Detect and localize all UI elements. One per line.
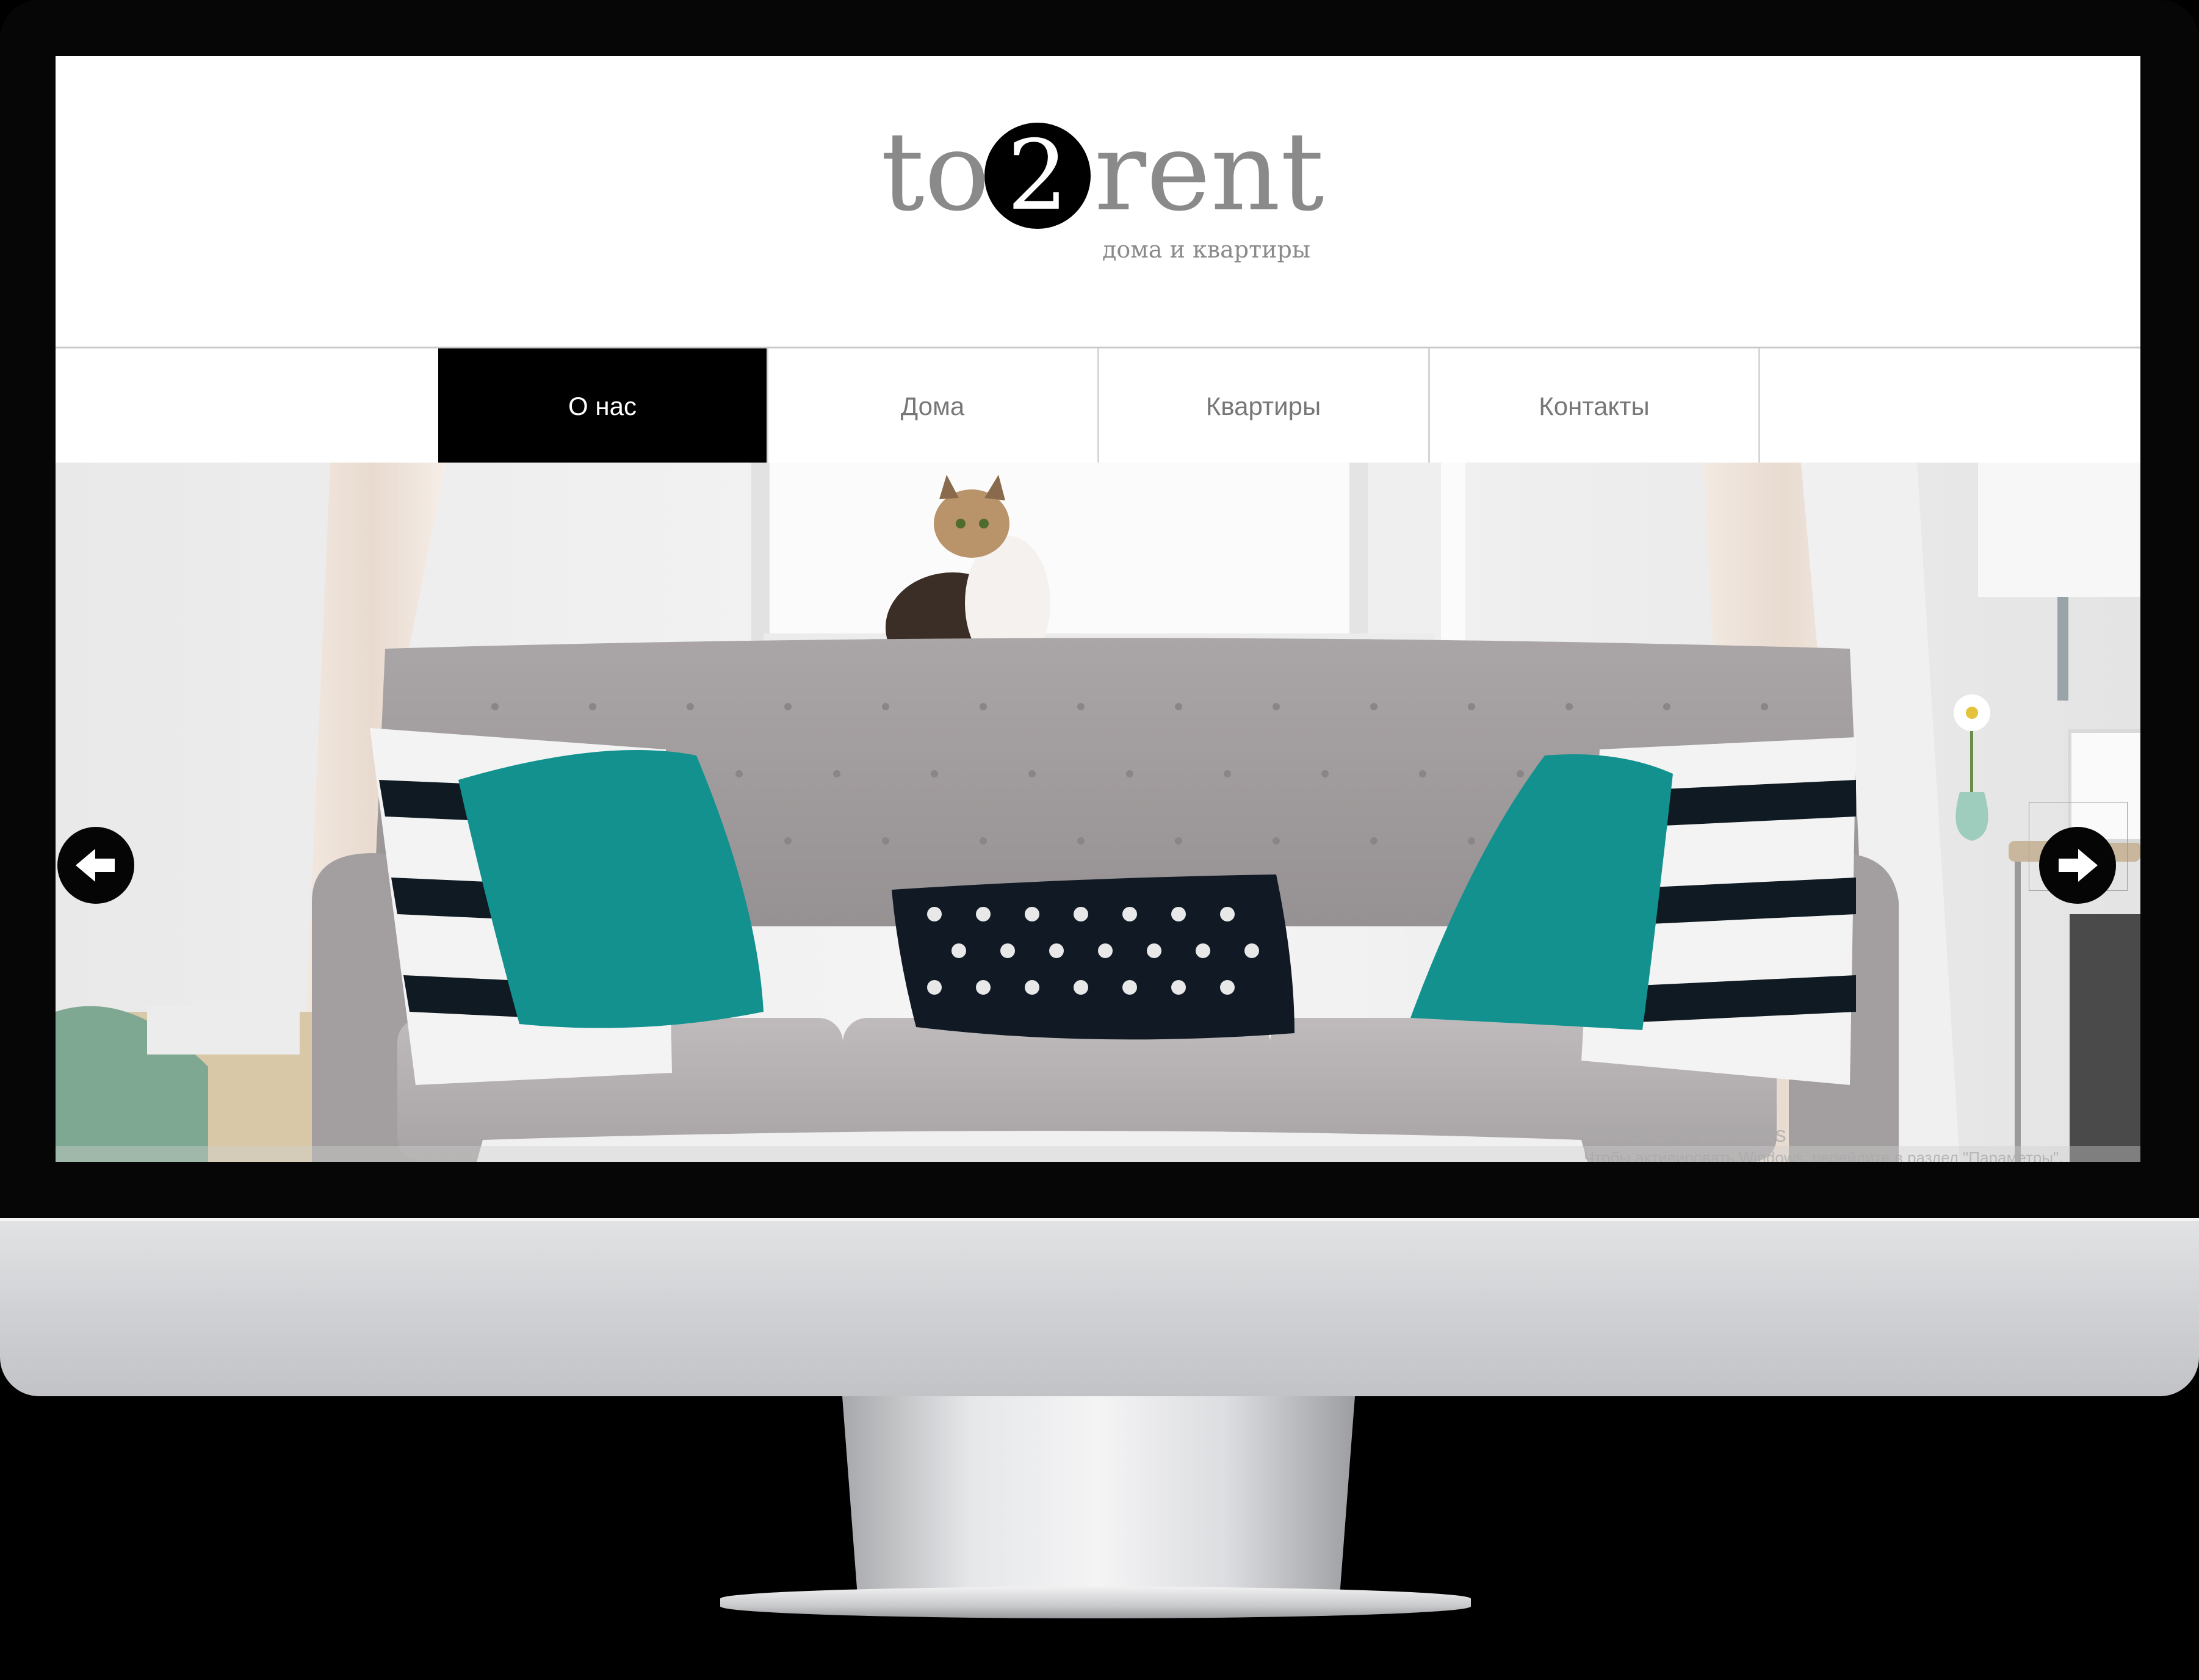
hero-image-living-room	[56, 463, 2140, 1162]
arrow-right-icon	[2059, 849, 2098, 882]
main-navigation: О нас Дома Квартиры Контакты	[56, 347, 2140, 464]
nav-item-contacts[interactable]: Контакты	[1430, 348, 1758, 464]
logo-number-badge: 2	[984, 123, 1091, 229]
monitor-stand-neck	[842, 1396, 1355, 1598]
arrow-left-icon	[76, 849, 115, 882]
monitor-chin-edge	[0, 1218, 2199, 1221]
hero-slider: Активация Windows Чтобы активировать Win…	[56, 463, 2140, 1162]
os-activation-watermark-title: Активация Windows	[1584, 1122, 1786, 1147]
monitor-stand-base	[720, 1587, 1471, 1618]
os-activation-watermark-subtitle: Чтобы активировать Windows, перейдите в …	[1584, 1148, 2064, 1162]
nav-item-about[interactable]: О нас	[438, 348, 767, 464]
site-tagline: дома и квартиры	[1102, 236, 1311, 263]
screen: to 2 rent дома и квартиры О нас Дома Ква…	[56, 56, 2140, 1162]
site-header: to 2 rent дома и квартиры	[56, 56, 2140, 347]
nav-item-houses[interactable]: Дома	[768, 348, 1097, 464]
slider-next-button[interactable]	[2039, 827, 2116, 904]
nav-divider	[1758, 348, 1760, 464]
logo-text-left: to	[881, 109, 990, 235]
nav-item-apartments[interactable]: Квартиры	[1099, 348, 1428, 464]
slider-prev-button[interactable]	[57, 827, 134, 904]
logo-text-right: rent	[1094, 109, 1324, 235]
monitor-chin	[0, 1218, 2199, 1396]
